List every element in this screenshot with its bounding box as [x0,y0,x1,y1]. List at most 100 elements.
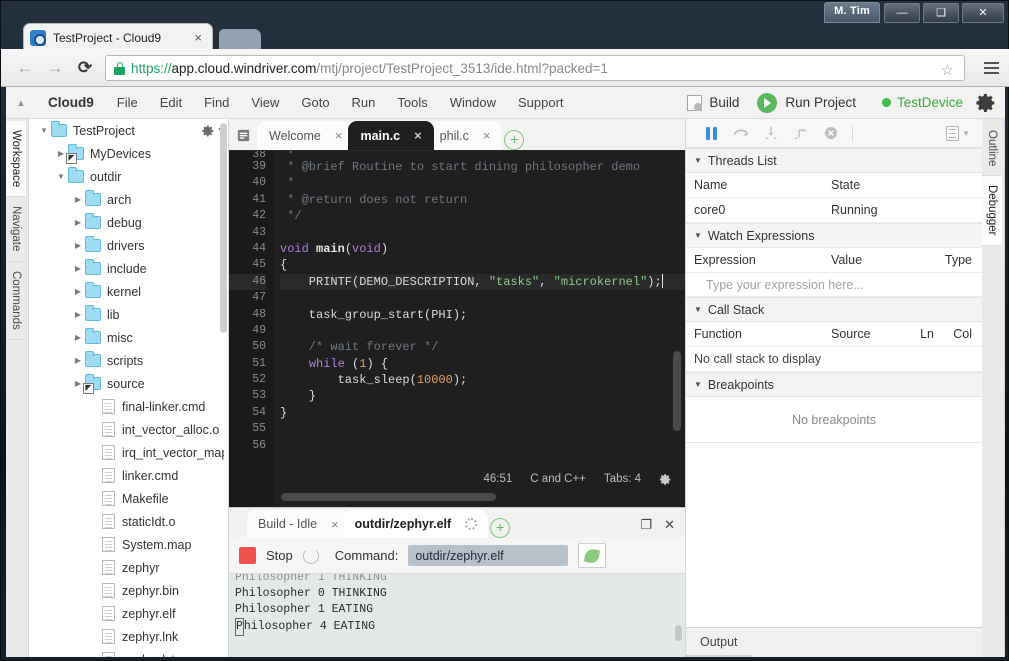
step-over-icon[interactable] [726,121,756,145]
menu-view[interactable]: View [240,95,290,110]
caret-right-icon[interactable] [71,195,85,204]
back-icon[interactable]: ← [13,57,37,79]
watch-expression-input[interactable]: Type your expression here... [686,273,982,297]
editor-tab-welcome[interactable]: Welcome × [257,121,355,150]
tree-item-zephyr[interactable]: zephyr [29,556,228,579]
step-into-icon[interactable] [756,121,786,145]
file-tree[interactable]: TestProject▼ MyDevices outdir arch debug driv… [29,119,229,657]
tab-size[interactable]: Tabs: 4 [604,473,641,485]
tree-item-linker-cmd[interactable]: linker.cmd [29,464,228,487]
close-icon[interactable]: × [414,128,422,143]
step-out-icon[interactable] [786,121,816,145]
tree-item-mydevices[interactable]: MyDevices [29,142,228,165]
code-editor[interactable]: 38 39 40 41 42 43 44 45 46 47 48 49 50 51 52 53 54 55 56 *… [229,151,685,507]
address-bar[interactable]: https://app.cloud.windriver.com/mtj/proj… [105,55,965,81]
reload-icon[interactable]: ⟳ [73,57,97,79]
tree-item-lib[interactable]: lib [29,303,228,326]
tree-item-final-linker-cmd[interactable]: final-linker.cmd [29,395,228,418]
tree-item-zephyr-lnk[interactable]: zephyr.lnk [29,625,228,648]
tree-item-drivers[interactable]: drivers [29,234,228,257]
language-mode[interactable]: C and C++ [530,473,586,485]
close-window-button[interactable]: ✕ [962,3,1004,23]
run-project-button[interactable]: Run Project [757,92,882,113]
caret-right-icon[interactable] [71,287,85,296]
debugger-menu-button[interactable]: ▼ [946,125,982,141]
tab-output[interactable]: Output [686,629,752,657]
close-tab-icon[interactable]: × [190,30,206,45]
browser-tab[interactable]: TestProject - Cloud9 × [23,23,213,51]
menu-window[interactable]: Window [439,95,507,110]
caret-right-icon[interactable] [71,218,85,227]
menu-goto[interactable]: Goto [290,95,340,110]
sidebar-tab-commands[interactable]: Commands [6,261,26,340]
tree-item-arch[interactable]: arch [29,188,228,211]
caret-down-icon[interactable] [37,126,51,135]
tree-item-zephyr-elf[interactable]: zephyr.elf [29,602,228,625]
editor-tab-phil-c[interactable]: phil.c × [427,121,503,150]
stop-debug-icon[interactable] [816,121,846,145]
console-output[interactable]: Philosopher 1 THINKING Philosopher 0 THIN… [229,574,685,657]
tree-item-outdir[interactable]: outdir [29,165,228,188]
file-tree-scrollbar[interactable] [220,123,227,333]
tree-item-zephyr-lst[interactable]: zephyr.lst [29,648,228,657]
sidebar-tab-debugger[interactable]: Debugger [982,176,1002,246]
section-threads-list[interactable]: ▼ Threads List [686,148,982,173]
menu-file[interactable]: File [106,95,149,110]
tree-item-misc[interactable]: misc [29,326,228,349]
pause-icon[interactable] [696,121,726,145]
tree-item-irq-int-vector-map-o[interactable]: irq_int_vector_map.o [29,441,228,464]
tree-item-zephyr-bin[interactable]: zephyr.bin [29,579,228,602]
editor-settings-gear-icon[interactable] [659,473,671,485]
caret-down-icon[interactable] [54,172,68,181]
code-content[interactable]: * * @brief Routine to start dining philo… [274,151,685,507]
bookmark-star-icon[interactable]: ☆ [941,61,954,79]
table-row[interactable]: core0 Running [686,198,982,223]
minimize-button[interactable]: — [884,3,920,23]
code-horizontal-scrollbar[interactable] [281,493,496,501]
leaf-button[interactable] [578,543,607,568]
maximize-button[interactable]: ❑ [923,3,959,23]
menu-edit[interactable]: Edit [149,95,193,110]
restore-panel-icon[interactable]: ❐ [640,517,652,533]
chrome-menu-icon[interactable] [980,58,1002,78]
close-icon[interactable]: × [335,128,343,143]
menu-tools[interactable]: Tools [386,95,438,110]
restart-icon[interactable] [302,547,319,564]
menu-find[interactable]: Find [193,95,240,110]
caret-right-icon[interactable] [71,241,85,250]
caret-right-icon[interactable] [71,333,85,342]
sidebar-tab-outline[interactable]: Outline [982,121,1002,177]
caret-right-icon[interactable] [71,264,85,273]
editor-tab-main-c[interactable]: main.c × [348,121,434,150]
section-call-stack[interactable]: ▼ Call Stack [686,297,982,322]
tree-item-include[interactable]: include [29,257,228,280]
build-button[interactable]: Build [677,94,757,111]
tree-item-source[interactable]: source [29,372,228,395]
tree-item-staticidt-o[interactable]: staticIdt.o [29,510,228,533]
tree-item-scripts[interactable]: scripts [29,349,228,372]
tree-item-system-map[interactable]: System.map [29,533,228,556]
command-input[interactable] [408,545,569,566]
menu-support[interactable]: Support [507,95,575,110]
tree-item-testproject[interactable]: TestProject▼ [29,119,228,142]
code-vertical-scrollbar[interactable] [673,351,681,431]
new-console-tab-button[interactable]: + [490,518,511,538]
console-tab-build[interactable]: Build - Idle × [247,510,350,538]
close-icon[interactable]: × [331,517,339,532]
stop-label[interactable]: Stop [266,548,293,563]
console-tab-zephyr-elf[interactable]: outdir/zephyr.elf [343,510,489,538]
tree-item-makefile[interactable]: Makefile [29,487,228,510]
section-watch-expressions[interactable]: ▼ Watch Expressions [686,223,982,248]
tree-item-int-vector-alloc-o[interactable]: int_vector_alloc.o [29,418,228,441]
forward-icon[interactable]: → [43,57,67,79]
tree-item-debug[interactable]: debug [29,211,228,234]
new-tab-button[interactable] [219,29,261,49]
close-icon[interactable]: × [483,128,491,143]
sidebar-tab-workspace[interactable]: Workspace [6,121,26,198]
caret-right-icon[interactable] [71,310,85,319]
console-output-scrollbar[interactable] [675,625,682,641]
tree-item-kernel[interactable]: kernel [29,280,228,303]
collapse-menu-icon[interactable]: ▲ [6,98,36,108]
settings-gear-icon[interactable] [975,92,997,114]
section-breakpoints[interactable]: ▼ Breakpoints [686,372,982,397]
